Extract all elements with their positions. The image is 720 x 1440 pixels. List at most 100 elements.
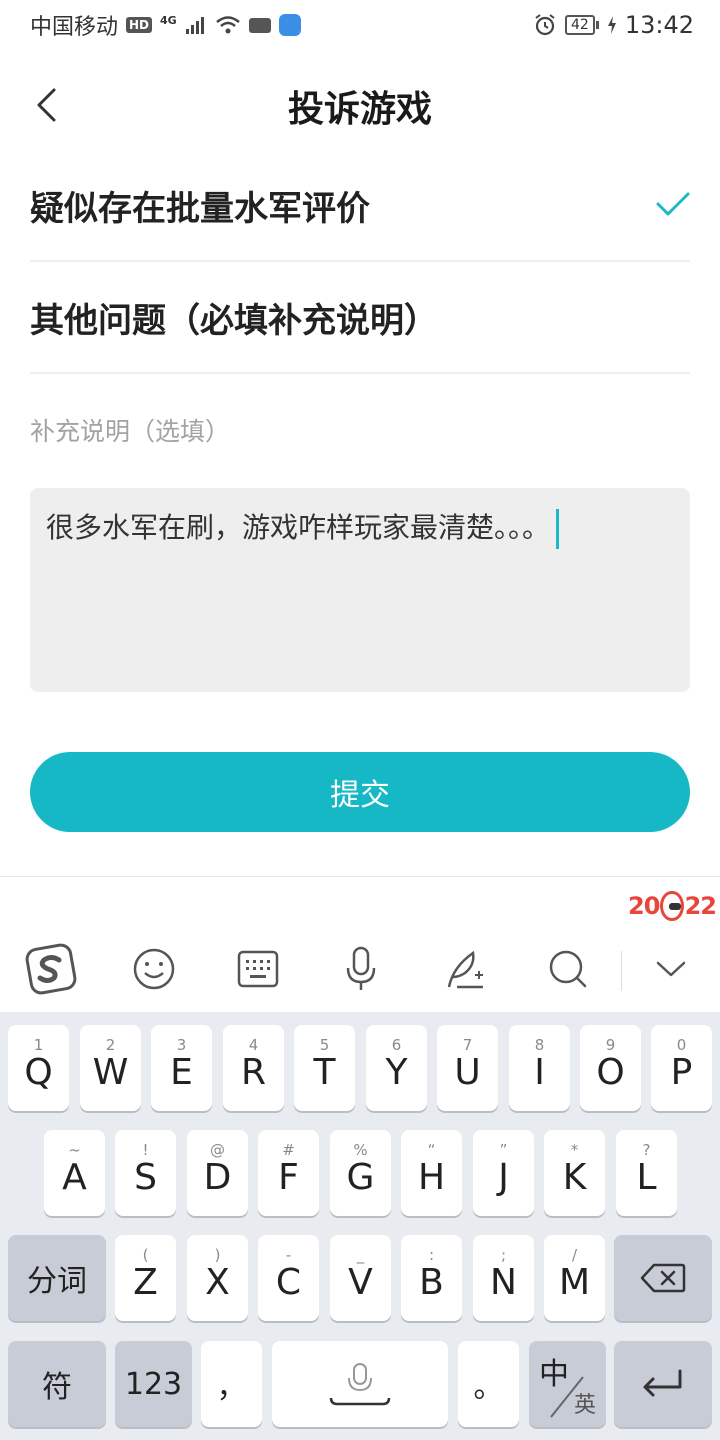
key-l[interactable]: ? L bbox=[616, 1130, 677, 1216]
key-hint: “ bbox=[427, 1141, 436, 1159]
key-hint: ? bbox=[642, 1141, 651, 1159]
hd-badge: HD bbox=[126, 17, 153, 33]
key-i[interactable]: 8I bbox=[509, 1025, 570, 1111]
key-hint: 9 bbox=[605, 1036, 616, 1054]
space-mic-icon bbox=[329, 1363, 391, 1406]
number-key[interactable]: 123 bbox=[115, 1341, 192, 1427]
signal-icon bbox=[185, 17, 204, 34]
symbol-key[interactable]: 符 bbox=[8, 1341, 106, 1427]
search-button[interactable] bbox=[538, 939, 598, 999]
key-y[interactable]: 6Y bbox=[366, 1025, 427, 1111]
key-v[interactable]: _ V bbox=[330, 1235, 391, 1321]
space-key[interactable] bbox=[272, 1341, 448, 1427]
supplement-textarea[interactable]: 很多水军在刷，游戏咋样玩家最清楚。。。 bbox=[30, 488, 690, 692]
option-label: 疑似存在批量水军评价 bbox=[30, 188, 370, 229]
keyboard-switch-button[interactable] bbox=[228, 939, 288, 999]
key-u[interactable]: 7U bbox=[437, 1025, 498, 1111]
sogou-logo-icon[interactable] bbox=[21, 939, 81, 999]
key-letter: L bbox=[636, 1157, 657, 1198]
handwriting-button[interactable] bbox=[435, 939, 495, 999]
key-r[interactable]: 4R bbox=[223, 1025, 284, 1111]
key-z[interactable]: (Z bbox=[115, 1235, 176, 1321]
period-key[interactable]: 。 bbox=[458, 1341, 519, 1427]
key-letter: P bbox=[670, 1052, 693, 1093]
submit-button[interactable]: 提交 bbox=[30, 752, 690, 832]
key-h[interactable]: “H bbox=[401, 1130, 462, 1216]
key-letter: B bbox=[419, 1262, 444, 1303]
feather-pen-icon bbox=[447, 950, 483, 989]
option-batch-fake-reviews[interactable]: 疑似存在批量水军评价 bbox=[30, 150, 690, 262]
key-hint: 5 bbox=[319, 1036, 330, 1054]
key-m[interactable]: / M bbox=[544, 1235, 605, 1321]
supplement-label: 补充说明（选填） bbox=[30, 417, 231, 446]
keyboard-icon bbox=[237, 950, 279, 988]
key-letter: Y bbox=[385, 1052, 408, 1093]
option-other-problem[interactable]: 其他问题（必填补充说明） bbox=[30, 262, 690, 374]
checkmark-icon bbox=[656, 192, 690, 216]
chevron-down-icon bbox=[656, 961, 686, 977]
period-key-label: 。 bbox=[473, 1370, 504, 1405]
key-letter: J bbox=[498, 1157, 509, 1198]
comma-key-label: ， bbox=[216, 1370, 247, 1405]
language-switch-key[interactable]: 中 英 bbox=[529, 1341, 606, 1427]
key-b[interactable]: :B bbox=[401, 1235, 462, 1321]
key-letter: H bbox=[417, 1157, 446, 1198]
backspace-icon bbox=[640, 1263, 686, 1293]
key-letter: G bbox=[346, 1157, 375, 1198]
key-letter: F bbox=[278, 1157, 299, 1198]
key-e[interactable]: 3E bbox=[151, 1025, 212, 1111]
status-left: 中国移动 HD 4G bbox=[30, 9, 301, 41]
emoji-button[interactable] bbox=[124, 939, 184, 999]
status-bar: 中国移动 HD 4G 42 13:42 bbox=[0, 0, 720, 50]
key-hint: @ bbox=[210, 1141, 225, 1159]
key-letter: Z bbox=[133, 1262, 158, 1303]
key-hint: _ bbox=[356, 1246, 365, 1264]
key-hint: ~ bbox=[68, 1141, 81, 1159]
key-q[interactable]: 1Q bbox=[8, 1025, 69, 1111]
key-letter: M bbox=[558, 1262, 591, 1303]
key-w[interactable]: 2W bbox=[80, 1025, 141, 1111]
key-o[interactable]: 9O bbox=[580, 1025, 641, 1111]
segment-key[interactable]: 分词 bbox=[8, 1235, 106, 1321]
page-title: 投诉游戏 bbox=[287, 89, 432, 130]
key-g[interactable]: % G bbox=[330, 1130, 391, 1216]
key-letter: W bbox=[92, 1052, 129, 1093]
key-hint: ( bbox=[142, 1246, 149, 1264]
key-hint: ) bbox=[214, 1246, 221, 1264]
key-a[interactable]: ~ A bbox=[44, 1130, 105, 1216]
key-hint: 8 bbox=[534, 1036, 545, 1054]
key-f[interactable]: # F bbox=[258, 1130, 319, 1216]
key-letter: T bbox=[313, 1052, 336, 1093]
hide-keyboard-button[interactable] bbox=[641, 939, 701, 999]
battery-indicator: 42 bbox=[565, 15, 599, 35]
voice-input-button[interactable] bbox=[331, 939, 391, 999]
comma-key[interactable]: ， bbox=[201, 1341, 262, 1427]
key-j[interactable]: ” J bbox=[473, 1130, 534, 1216]
enter-key[interactable] bbox=[614, 1341, 712, 1427]
keyboard-toolbar: 20 22 bbox=[0, 877, 720, 1012]
key-s[interactable]: ! S bbox=[115, 1130, 176, 1216]
key-letter: S bbox=[134, 1157, 157, 1198]
network-type: 4G bbox=[160, 13, 177, 27]
supplement-text: 很多水军在刷，游戏咋样玩家最清楚。。。 bbox=[46, 511, 551, 544]
key-t[interactable]: 5T bbox=[294, 1025, 355, 1111]
smiley-icon bbox=[133, 948, 175, 990]
key-letter: U bbox=[454, 1052, 481, 1093]
key-c[interactable]: -C bbox=[258, 1235, 319, 1321]
key-letter: C bbox=[275, 1262, 302, 1303]
key-n[interactable]: ; N bbox=[473, 1235, 534, 1321]
alarm-icon bbox=[535, 14, 555, 36]
key-x[interactable]: ) X bbox=[187, 1235, 248, 1321]
key-k[interactable]: * K bbox=[544, 1130, 605, 1216]
key-p[interactable]: 0P bbox=[651, 1025, 712, 1111]
promo-2022-badge[interactable]: 20 22 bbox=[628, 881, 717, 931]
key-letter: Q bbox=[24, 1052, 53, 1093]
clock: 13:42 bbox=[624, 11, 694, 39]
sogou-s-icon bbox=[25, 943, 77, 995]
backspace-key[interactable] bbox=[614, 1235, 712, 1321]
key-d[interactable]: @ D bbox=[187, 1130, 248, 1216]
key-hint: ” bbox=[499, 1141, 508, 1159]
keyboard-notify-icon bbox=[248, 17, 271, 33]
option-label: 其他问题（必填补充说明） bbox=[30, 300, 438, 341]
key-letter: K bbox=[562, 1157, 587, 1198]
